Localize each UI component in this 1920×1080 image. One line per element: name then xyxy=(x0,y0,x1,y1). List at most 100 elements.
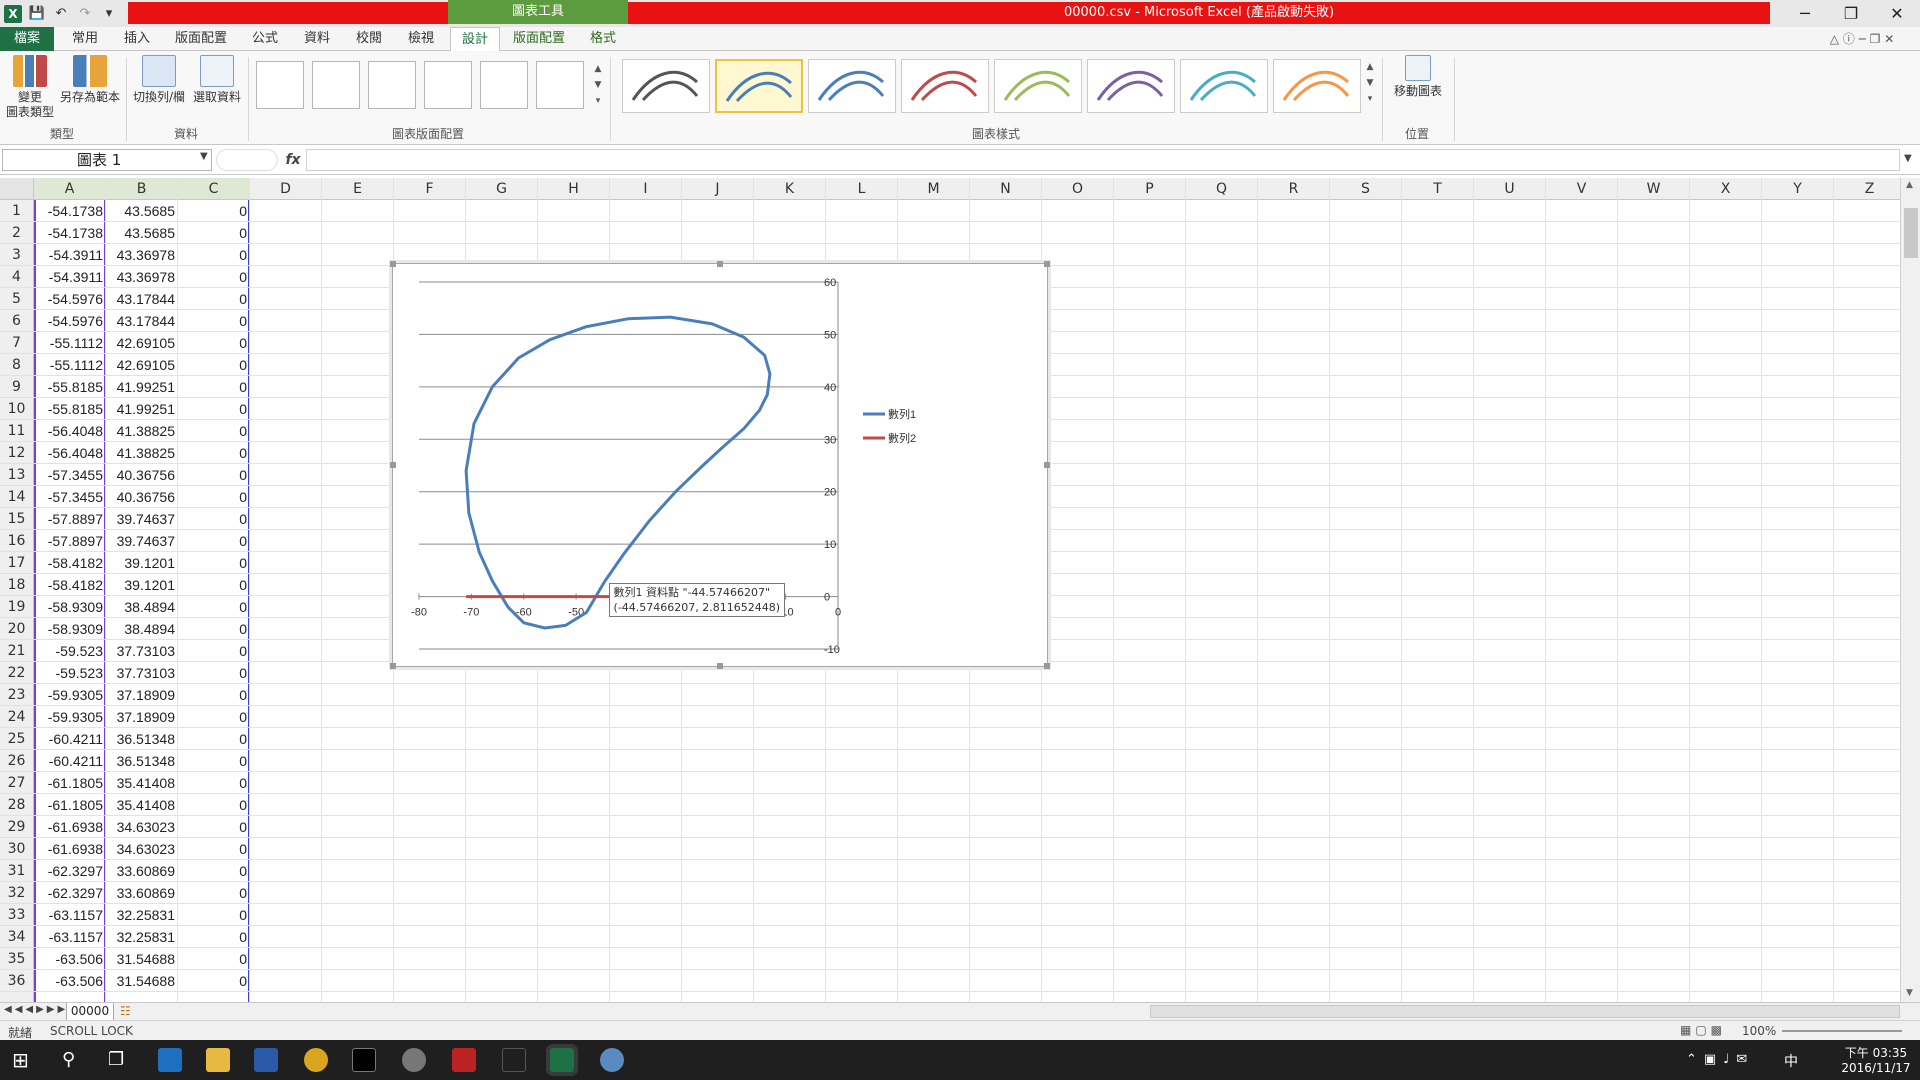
tab-chart-design[interactable]: 設計 xyxy=(450,27,500,52)
cell-b[interactable]: 42.69105 xyxy=(106,332,178,354)
chart-resize-handle[interactable] xyxy=(1044,663,1050,669)
column-header-q[interactable]: Q xyxy=(1186,178,1258,200)
chrome-icon[interactable] xyxy=(304,1048,328,1072)
cell-c[interactable]: 0 xyxy=(178,860,250,882)
tab-insert[interactable]: 插入 xyxy=(112,27,162,51)
cell-b[interactable]: 38.4894 xyxy=(106,618,178,640)
clock-time[interactable]: 下午 03:35 xyxy=(1840,1044,1912,1061)
ime-indicator[interactable]: 中 xyxy=(1784,1051,1798,1071)
cell-a[interactable]: -58.9309 xyxy=(34,596,106,618)
cell-c[interactable]: 0 xyxy=(178,266,250,288)
cell-a[interactable]: -62.3297 xyxy=(34,882,106,904)
move-chart-button[interactable]: 移動圖表 xyxy=(1388,55,1448,99)
cell-a[interactable]: -57.8897 xyxy=(34,508,106,530)
row-header[interactable]: 19 xyxy=(0,596,34,618)
layout-gallery-scroll-icon[interactable]: ▲ ▼ ▾ xyxy=(592,61,604,109)
row-header[interactable]: 8 xyxy=(0,354,34,376)
row-header[interactable]: 29 xyxy=(0,816,34,838)
cell-b[interactable]: 38.4894 xyxy=(106,596,178,618)
column-header-p[interactable]: P xyxy=(1114,178,1186,200)
cell-b[interactable]: 39.74637 xyxy=(106,508,178,530)
cell-b[interactable]: 31.54688 xyxy=(106,948,178,970)
column-header-i[interactable]: I xyxy=(610,178,682,200)
task-view-icon[interactable]: ❐ xyxy=(108,1049,124,1070)
cell-c[interactable]: 0 xyxy=(178,376,250,398)
cell-c[interactable]: 0 xyxy=(178,882,250,904)
tab-formulas[interactable]: 公式 xyxy=(240,27,290,51)
column-header-e[interactable]: E xyxy=(322,178,394,200)
column-header-t[interactable]: T xyxy=(1402,178,1474,200)
scroll-up-icon[interactable]: ▲ xyxy=(1906,180,1913,190)
column-header-l[interactable]: L xyxy=(826,178,898,200)
row-header[interactable]: 3 xyxy=(0,244,34,266)
cell-c[interactable]: 0 xyxy=(178,552,250,574)
cell-b[interactable]: 37.73103 xyxy=(106,662,178,684)
edge-browser-icon[interactable] xyxy=(158,1048,182,1072)
excel-taskbar-icon[interactable] xyxy=(550,1048,574,1072)
cell-c[interactable]: 0 xyxy=(178,332,250,354)
name-box-dropdown-icon[interactable]: ▼ xyxy=(200,151,208,162)
cell-b[interactable]: 40.36756 xyxy=(106,464,178,486)
row-header[interactable]: 20 xyxy=(0,618,34,640)
tab-chart-format[interactable]: 格式 xyxy=(578,27,628,51)
row-header[interactable]: 11 xyxy=(0,420,34,442)
cell-c[interactable]: 0 xyxy=(178,244,250,266)
chart-resize-handle[interactable] xyxy=(390,663,396,669)
cell-b[interactable]: 36.51348 xyxy=(106,750,178,772)
cell-b[interactable]: 39.74637 xyxy=(106,530,178,552)
cell-c[interactable]: 0 xyxy=(178,640,250,662)
column-header-v[interactable]: V xyxy=(1546,178,1618,200)
column-header-u[interactable]: U xyxy=(1474,178,1546,200)
excel-logo-icon[interactable]: X xyxy=(4,4,22,23)
row-header[interactable]: 33 xyxy=(0,904,34,926)
row-header[interactable]: 6 xyxy=(0,310,34,332)
cell-b[interactable]: 36.51348 xyxy=(106,728,178,750)
cell-a[interactable]: -60.4211 xyxy=(34,750,106,772)
cell-b[interactable]: 41.99251 xyxy=(106,398,178,420)
column-header-a[interactable]: A xyxy=(34,178,106,200)
cell-b[interactable]: 31.54688 xyxy=(106,970,178,992)
cell-c[interactable]: 0 xyxy=(178,508,250,530)
row-header[interactable]: 27 xyxy=(0,772,34,794)
cell-b[interactable]: 32.25831 xyxy=(106,926,178,948)
embedded-chart[interactable]: -100102030405060-80-70-60-50-40-30-20-10… xyxy=(390,261,1050,669)
undo-icon[interactable]: ↶ xyxy=(52,5,70,23)
cell-c[interactable]: 0 xyxy=(178,772,250,794)
cell-a[interactable]: -55.1112 xyxy=(34,354,106,376)
switch-row-column-button[interactable]: 切換列/欄 xyxy=(130,55,188,105)
cell-b[interactable]: 43.5685 xyxy=(106,222,178,244)
cell-b[interactable]: 42.69105 xyxy=(106,354,178,376)
row-header[interactable]: 1 xyxy=(0,200,34,222)
row-header[interactable]: 31 xyxy=(0,860,34,882)
column-header-c[interactable]: C xyxy=(178,178,250,200)
windows-start-icon[interactable]: ⊞ xyxy=(12,1049,29,1071)
cell-a[interactable]: -59.9305 xyxy=(34,706,106,728)
cell-b[interactable]: 40.36756 xyxy=(106,486,178,508)
cell-a[interactable]: -59.523 xyxy=(34,640,106,662)
row-header[interactable]: 23 xyxy=(0,684,34,706)
save-icon[interactable]: 💾 xyxy=(28,5,46,23)
name-box[interactable]: 圖表 1 xyxy=(2,149,212,171)
new-sheet-icon[interactable]: ☷ xyxy=(120,1004,131,1018)
row-header[interactable]: 30 xyxy=(0,838,34,860)
app-icon[interactable] xyxy=(502,1048,526,1072)
row-header[interactable]: 26 xyxy=(0,750,34,772)
cell-b[interactable]: 33.60869 xyxy=(106,882,178,904)
redo-icon[interactable]: ↷ xyxy=(76,5,94,23)
cell-c[interactable]: 0 xyxy=(178,662,250,684)
cell-a[interactable]: -56.4048 xyxy=(34,442,106,464)
cell-a[interactable]: -61.6938 xyxy=(34,838,106,860)
column-header-z[interactable]: Z xyxy=(1834,178,1900,200)
customize-qat-icon[interactable]: ▾ xyxy=(100,5,118,23)
file-explorer-icon[interactable] xyxy=(206,1048,230,1072)
app-icon[interactable] xyxy=(402,1048,426,1072)
cell-c[interactable]: 0 xyxy=(178,596,250,618)
cell-c[interactable]: 0 xyxy=(178,464,250,486)
cell-b[interactable]: 41.99251 xyxy=(106,376,178,398)
cell-b[interactable]: 43.17844 xyxy=(106,310,178,332)
cell-a[interactable]: -58.4182 xyxy=(34,552,106,574)
cell-b[interactable]: 35.41408 xyxy=(106,794,178,816)
chart-style-thumb[interactable] xyxy=(622,59,710,113)
row-header[interactable]: 28 xyxy=(0,794,34,816)
vertical-scrollbar[interactable]: ▲ ▼ xyxy=(1900,178,1920,1002)
